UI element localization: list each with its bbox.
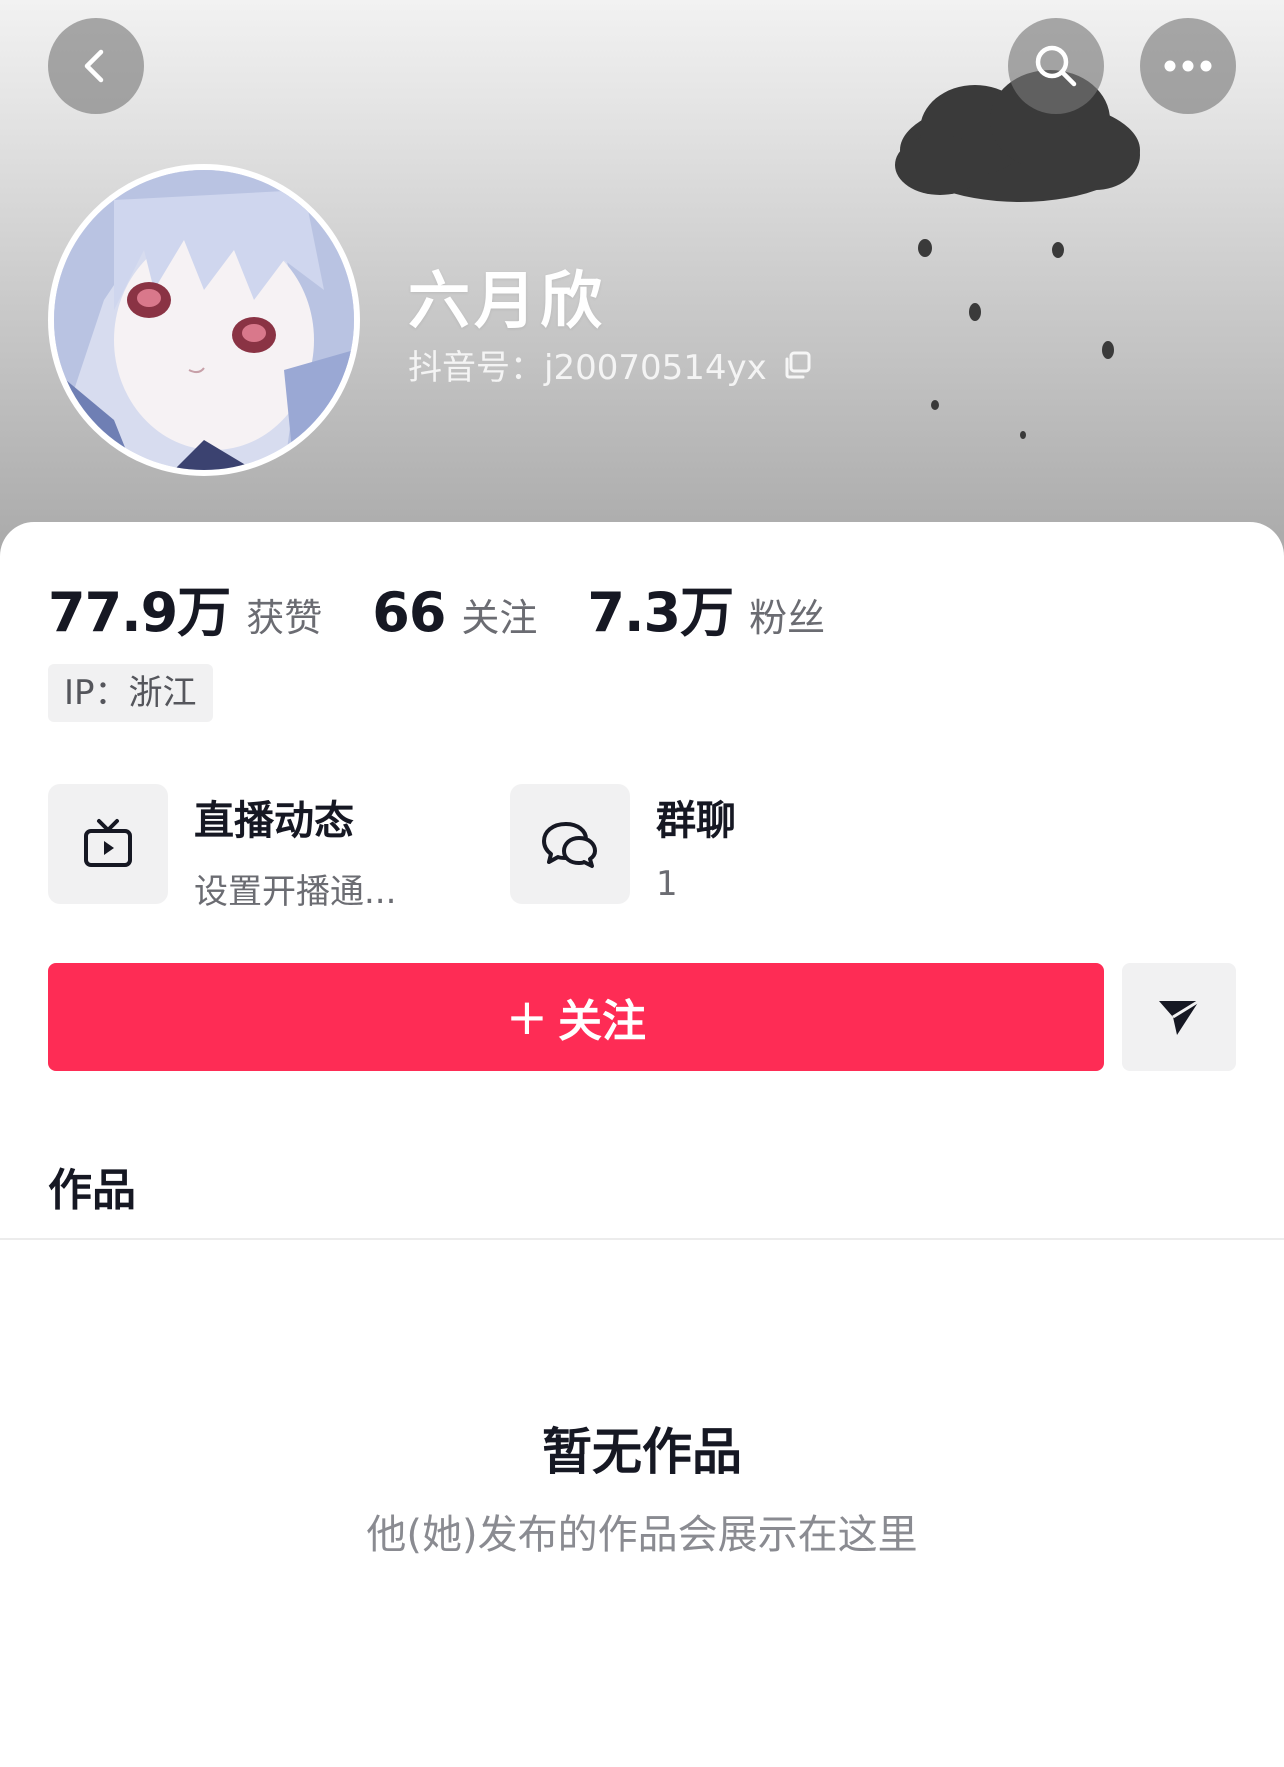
stat-label: 获赞 (246, 596, 323, 640)
tab-divider (0, 1238, 1284, 1240)
profile-header: 六月欣 抖音号：j20070514yx (0, 0, 1284, 560)
send-message-button[interactable] (1122, 963, 1236, 1071)
chevron-left-icon (84, 49, 104, 83)
group-chat-count: 1 (656, 864, 678, 904)
stat-label: 粉丝 (749, 596, 826, 640)
empty-state-subtitle: 他(她)发布的作品会展示在这里 (366, 1512, 918, 1558)
live-activity-entry[interactable]: 直播动态 设置开播通... (48, 784, 396, 913)
tab-works[interactable]: 作品 (48, 1154, 136, 1218)
back-button[interactable] (48, 18, 144, 114)
stat-value: 66 (372, 581, 446, 644)
ip-location-tag: IP：浙江 (48, 664, 213, 722)
stat-value: 7.3万 (587, 581, 734, 644)
douyin-id-row[interactable]: 抖音号：j20070514yx (408, 340, 813, 389)
group-chat-entry[interactable]: 群聊 1 (510, 784, 736, 904)
cloud-decoration (895, 70, 1140, 439)
stat-following[interactable]: 66 关注 (372, 581, 537, 644)
follow-button[interactable]: + 关注 (48, 963, 1104, 1071)
stats-row: 77.9万 获赞 66 关注 7.3万 粉丝 (48, 568, 875, 647)
avatar[interactable] (48, 164, 360, 476)
send-icon (1159, 999, 1200, 1035)
tv-play-icon (84, 819, 132, 867)
nickname: 六月欣 (408, 264, 607, 337)
stat-followers[interactable]: 7.3万 粉丝 (587, 568, 825, 647)
stat-label: 关注 (461, 596, 538, 640)
live-activity-subtitle: 设置开播通... (194, 872, 397, 912)
group-chat-title: 群聊 (656, 798, 736, 844)
stat-likes[interactable]: 77.9万 获赞 (48, 568, 322, 647)
plus-icon: + (506, 988, 548, 1046)
follow-label: 关注 (557, 996, 646, 1047)
search-button[interactable] (1008, 18, 1104, 114)
copy-icon[interactable] (781, 349, 813, 381)
avatar-illustration (54, 170, 354, 470)
douyin-id-text: 抖音号：j20070514yx (408, 348, 767, 388)
stat-value: 77.9万 (48, 581, 231, 644)
search-icon (1035, 45, 1077, 87)
chat-bubbles-icon (542, 822, 597, 868)
live-activity-title: 直播动态 (194, 798, 354, 844)
more-button[interactable] (1140, 18, 1236, 114)
empty-state-title: 暂无作品 (542, 1423, 742, 1481)
more-dots-icon (1164, 60, 1212, 72)
profile-card: 77.9万 获赞 66 关注 7.3万 粉丝 IP：浙江 直播动态 设置开播通.… (0, 522, 1284, 1767)
